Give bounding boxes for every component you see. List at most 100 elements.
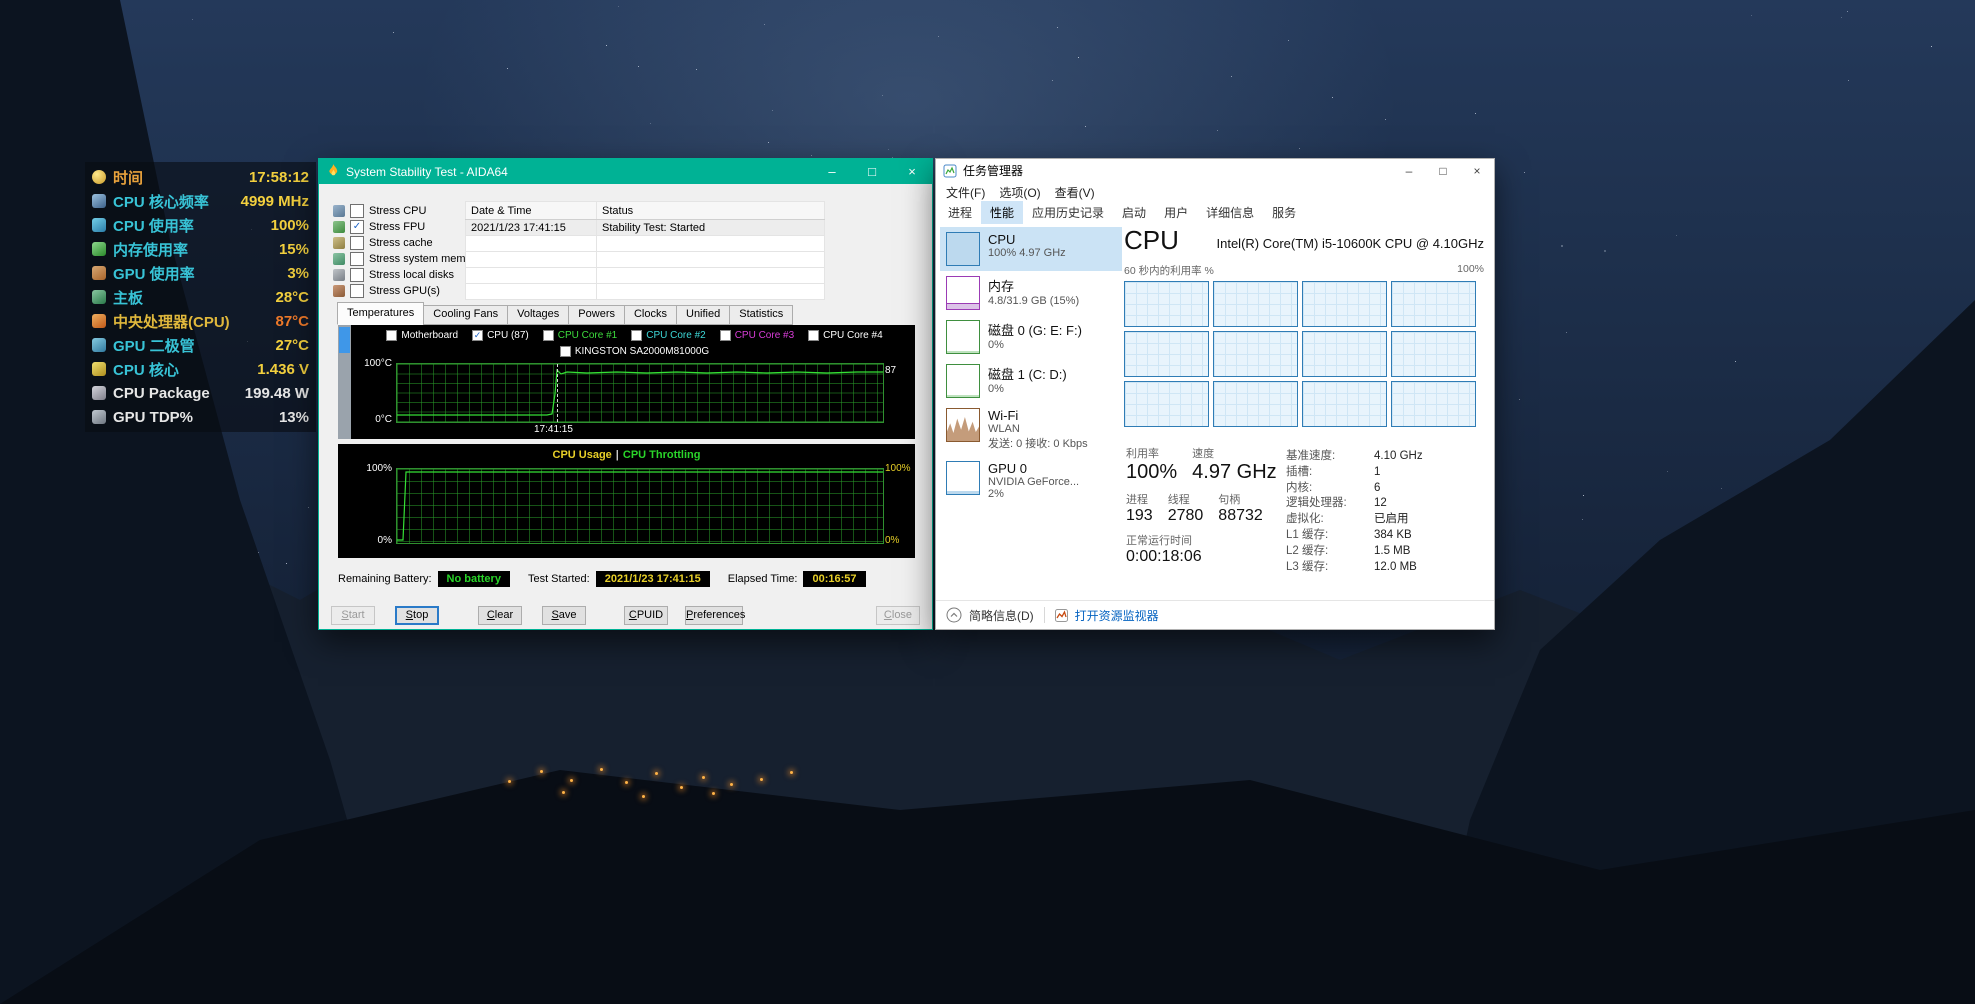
stress-option-stress-system-memory[interactable]: Stress system memory: [333, 251, 481, 267]
graph-axis-label: 60 秒内的利用率 %: [1124, 265, 1214, 277]
checkbox[interactable]: [350, 252, 364, 266]
tab-cooling-fans[interactable]: Cooling Fans: [423, 305, 509, 325]
close-button[interactable]: ×: [1460, 159, 1494, 182]
tab-statistics[interactable]: Statistics: [729, 305, 794, 325]
legend-item[interactable]: CPU Core #1: [542, 330, 617, 341]
checkbox[interactable]: [350, 284, 364, 298]
save-button[interactable]: Save: [542, 606, 586, 625]
tm-titlebar[interactable]: 任务管理器 – □ ×: [936, 159, 1494, 182]
stat-label: 句柄: [1218, 494, 1241, 506]
sensor-value: 3%: [287, 264, 309, 282]
sidebar-item-disk[interactable]: 磁盘 0 (G: E: F:) 0%: [940, 315, 1122, 359]
legend-item[interactable]: CPU Core #3: [719, 330, 794, 341]
cpuid-button[interactable]: CPUID: [624, 606, 668, 625]
log-row[interactable]: 2021/1/23 17:41:15 Stability Test: Starte…: [465, 219, 825, 236]
log-row[interactable]: [465, 251, 825, 268]
cpu-detail-row: 虚拟化: 已启用: [1286, 512, 1486, 528]
cpu-detail-row: 插槽: 1: [1286, 465, 1486, 481]
stress-item-icon: [333, 285, 345, 297]
stress-option-stress-local-disks[interactable]: Stress local disks: [333, 267, 481, 283]
close-button[interactable]: Close: [876, 606, 920, 625]
legend-checkbox[interactable]: [386, 330, 398, 341]
stop-button[interactable]: Stop: [395, 606, 439, 625]
core-graph-cell: [1391, 381, 1476, 427]
maximize-button[interactable]: □: [1426, 159, 1460, 182]
menu-查看[interactable]: 查看(V): [1048, 182, 1102, 201]
stress-option-stress-cpu[interactable]: Stress CPU: [333, 203, 481, 219]
tab-powers[interactable]: Powers: [568, 305, 625, 325]
sidebar-item-wifi[interactable]: Wi-Fi WLAN 发送: 0 接收: 0 Kbps: [940, 403, 1122, 456]
checkbox[interactable]: ✓: [350, 220, 364, 234]
legend-checkbox[interactable]: [542, 330, 554, 341]
tab-启动[interactable]: 启动: [1113, 201, 1155, 224]
legend-checkbox[interactable]: [631, 330, 643, 341]
checkbox[interactable]: [350, 204, 364, 218]
sensor-value: 4999 MHz: [240, 192, 309, 210]
checkbox[interactable]: [350, 236, 364, 250]
legend-item[interactable]: CPU Core #4: [808, 330, 883, 341]
usage-right-max: 100%: [885, 463, 911, 474]
sidebar-item-detail: 2%: [988, 488, 1004, 500]
clear-button[interactable]: Clear: [478, 606, 522, 625]
menu-选项[interactable]: 选项(O): [992, 182, 1047, 201]
tab-应用历史记录[interactable]: 应用历史记录: [1023, 201, 1113, 224]
maximize-button[interactable]: □: [852, 159, 892, 184]
log-row[interactable]: [465, 235, 825, 252]
tab-进程[interactable]: 进程: [939, 201, 981, 224]
legend-checkbox[interactable]: ✓: [472, 330, 484, 341]
temperature-plot: [396, 363, 884, 423]
log-row[interactable]: [465, 267, 825, 284]
tab-用户[interactable]: 用户: [1155, 201, 1197, 224]
log-col-status: Status: [596, 201, 825, 220]
sst-titlebar[interactable]: System Stability Test - AIDA64 – □ ×: [319, 159, 932, 184]
stress-option-label: Stress local disks: [369, 269, 454, 281]
tab-voltages[interactable]: Voltages: [507, 305, 570, 325]
minimize-button[interactable]: –: [812, 159, 852, 184]
sidebar-item-cpu[interactable]: CPU 100% 4.97 GHz: [940, 227, 1122, 271]
checkbox[interactable]: [350, 268, 364, 282]
open-resource-monitor-link[interactable]: 打开资源监视器: [1075, 607, 1159, 624]
stress-option-stress-gpu-s-[interactable]: Stress GPU(s): [333, 283, 481, 299]
sidebar-item-title: 磁盘 0 (G: E: F:): [988, 323, 1082, 338]
tab-服务[interactable]: 服务: [1263, 201, 1305, 224]
tab-详细信息[interactable]: 详细信息: [1197, 201, 1263, 224]
speed-value: 4.97 GHz: [1192, 461, 1277, 483]
stress-option-stress-fpu[interactable]: ✓ Stress FPU: [333, 219, 481, 235]
preferences-button[interactable]: Preferences: [685, 606, 745, 625]
legend-item[interactable]: Motherboard: [386, 330, 458, 341]
minimize-button[interactable]: –: [1392, 159, 1426, 182]
tab-unified[interactable]: Unified: [676, 305, 731, 325]
legend-item[interactable]: ✓ CPU (87): [472, 330, 529, 341]
stress-option-list: Stress CPU ✓ Stress FPU Stress cache Stress …: [333, 203, 481, 299]
scrollbar-thumb[interactable]: [339, 327, 350, 353]
less-details-toggle[interactable]: 简略信息(D): [969, 607, 1034, 624]
cpu-detail-row: L1 缓存: 384 KB: [1286, 528, 1486, 544]
sensor-label: CPU Package: [113, 384, 210, 402]
logical-processors-graph[interactable]: [1124, 281, 1476, 427]
tab-temperatures[interactable]: Temperatures: [337, 302, 425, 325]
tab-性能[interactable]: 性能: [981, 200, 1024, 224]
sidebar-item-disk[interactable]: 磁盘 1 (C: D:) 0%: [940, 359, 1122, 403]
legend-item[interactable]: KINGSTON SA2000M81000G: [559, 346, 709, 357]
legend-item[interactable]: CPU Core #2: [631, 330, 706, 341]
log-header-row: Date & Time Status: [465, 201, 825, 220]
chart-scrollbar[interactable]: [338, 325, 351, 439]
start-button[interactable]: Start: [331, 606, 375, 625]
sidebar-item-memory[interactable]: 内存 4.8/31.9 GB (15%): [940, 271, 1122, 315]
log-row[interactable]: [465, 283, 825, 300]
sensor-row: 主板 28°C: [85, 285, 316, 309]
legend-checkbox[interactable]: [719, 330, 731, 341]
tab-clocks[interactable]: Clocks: [623, 305, 677, 325]
close-button[interactable]: ×: [892, 159, 932, 184]
stress-option-stress-cache[interactable]: Stress cache: [333, 235, 481, 251]
legend-checkbox[interactable]: [559, 346, 571, 357]
tm-window-title: 任务管理器: [963, 164, 1024, 178]
sensor-value: 15%: [278, 240, 309, 258]
legend-checkbox[interactable]: [808, 330, 820, 341]
collapse-chevron-icon[interactable]: [946, 607, 962, 623]
stress-item-icon: [333, 237, 345, 249]
sensor-label: CPU 核心频率: [113, 193, 209, 211]
menu-文件[interactable]: 文件(F): [939, 182, 992, 201]
test-log-table[interactable]: Date & Time Status 2021/1/23 17:41:15 Stabi…: [465, 201, 825, 300]
sidebar-item-gpu[interactable]: GPU 0 NVIDIA GeForce... 2%: [940, 456, 1122, 505]
